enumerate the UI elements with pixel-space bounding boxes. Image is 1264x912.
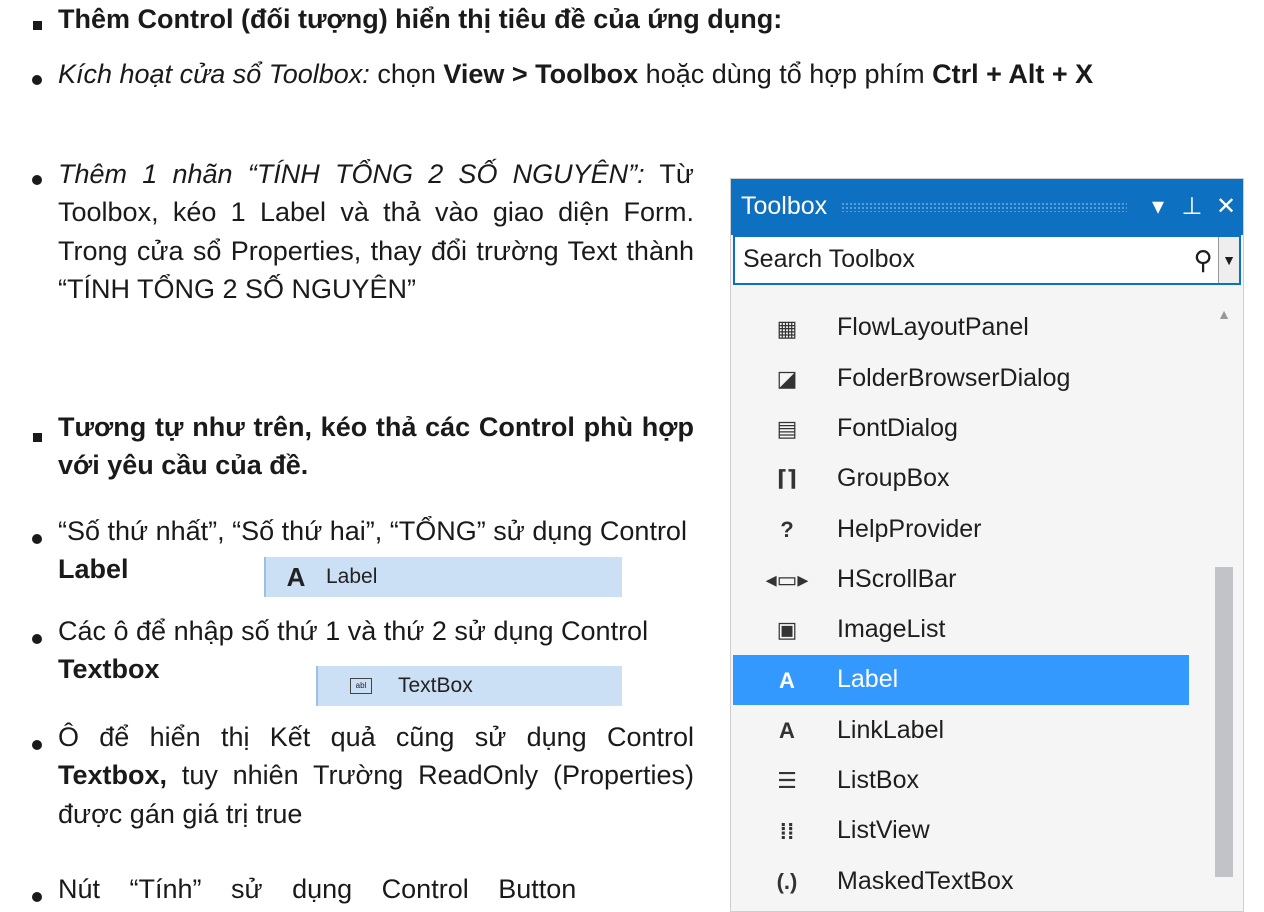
italic-text: Kích hoạt cửa sổ Toolbox: xyxy=(58,59,370,89)
toolbox-item-label: FontDialog xyxy=(837,413,958,442)
square-bullet xyxy=(22,414,52,452)
scroll-up-arrow-icon[interactable]: ▲ xyxy=(1213,305,1235,325)
round-bullet xyxy=(22,516,52,554)
toolbox-item-label[interactable]: A Label xyxy=(733,655,1189,706)
group-box-icon: ⌈⌉ xyxy=(776,466,798,492)
masked-textbox-icon: (.) xyxy=(776,868,798,894)
text: hoặc dùng tổ hợp phím xyxy=(638,59,933,89)
toolbox-item-label: ListBox xyxy=(837,766,919,795)
toolbox-item-maskedtextbox[interactable]: (.) MaskedTextBox xyxy=(733,856,1189,906)
round-bullet xyxy=(22,874,52,912)
search-icon[interactable]: ⚲ xyxy=(1188,242,1218,279)
list-view-icon: ⁞⁞ xyxy=(779,818,795,844)
toolbox-item-label: GroupBox xyxy=(837,464,950,493)
round-bullet xyxy=(22,616,52,654)
text: “Số thứ nhất”, “Số thứ hai”, “TỔNG” sử d… xyxy=(58,516,687,546)
italic-text: Thêm 1 nhãn “TÍNH TỔNG 2 SỐ NGUYÊN”: xyxy=(58,159,645,189)
toolbox-item-hscrollbar[interactable]: ◂▭▸ HScrollBar xyxy=(733,554,1189,604)
search-options-dropdown[interactable]: ▼ xyxy=(1218,237,1239,283)
toolbox-item-label: ListView xyxy=(837,816,930,845)
menu-path: View > Toolbox xyxy=(443,59,639,89)
flow-layout-panel-icon: ▦ xyxy=(776,315,798,341)
paragraph-button-control: Nút “Tính” sử dụng Control Button xyxy=(58,874,577,904)
label-tool-chip: A Label xyxy=(264,557,622,597)
control-name: Textbox xyxy=(58,654,160,685)
toolbox-item-listbox[interactable]: ☰ ListBox xyxy=(733,756,1189,806)
help-provider-icon: ? xyxy=(780,516,794,542)
font-dialog-icon: ▤ xyxy=(776,416,798,442)
square-bullet xyxy=(22,2,52,40)
toolbox-item-list: ▦ FlowLayoutPanel ◪ FolderBrowserDialog ▤ Fon… xyxy=(733,283,1189,907)
round-bullet xyxy=(22,57,52,95)
label-icon: A xyxy=(779,667,795,693)
heading-add-title-control: Thêm Control (đối tượng) hiển thị tiêu đ… xyxy=(58,4,783,34)
list-box-icon: ☰ xyxy=(777,768,797,794)
control-name: Textbox, xyxy=(58,760,168,791)
folder-browser-dialog-icon: ◪ xyxy=(776,365,798,391)
toolbox-item-label: FlowLayoutPanel xyxy=(837,313,1029,342)
paragraph-add-label: Thêm 1 nhãn “TÍNH TỔNG 2 SỐ NGUYÊN”: Từ … xyxy=(58,155,694,308)
chip-text: TextBox xyxy=(398,674,473,698)
toolbox-panel: Toolbox ▾ ⊥ ✕ Search Toolbox ⚲ ▼ ▦ FlowLa… xyxy=(730,178,1244,912)
toolbox-item-label: HScrollBar xyxy=(837,564,957,593)
toolbox-item-helpprovider[interactable]: ? HelpProvider xyxy=(733,504,1189,554)
toolbox-search-box[interactable]: Search Toolbox ⚲ ▼ xyxy=(733,235,1241,285)
text: chọn xyxy=(369,59,444,89)
partial-item-cutoff xyxy=(733,283,1189,303)
text: Các ô để nhập số thứ 1 và thứ 2 sử dụng … xyxy=(58,616,649,646)
chip-text: Label xyxy=(326,565,378,589)
scrollbar-thumb[interactable] xyxy=(1215,567,1233,877)
textbox-icon: abl xyxy=(350,678,372,694)
shortcut-keys: Ctrl + Alt + X xyxy=(932,59,1094,89)
toolbox-item-listview[interactable]: ⁞⁞ ListView xyxy=(733,806,1189,856)
toolbox-item-label: FolderBrowserDialog xyxy=(837,363,1071,392)
label-icon: A xyxy=(286,561,306,592)
round-bullet xyxy=(22,722,52,760)
toolbox-item-label: ImageList xyxy=(837,615,946,644)
paragraph-readonly-result: Ô để hiển thị Kết quả cũng sử dụng Contr… xyxy=(58,718,694,833)
toolbox-item-label: Label xyxy=(837,665,899,694)
round-bullet xyxy=(22,157,52,195)
hscrollbar-icon: ◂▭▸ xyxy=(765,567,809,593)
control-name: Label xyxy=(58,554,129,585)
toolbox-item-linklabel[interactable]: A LinkLabel xyxy=(733,705,1189,755)
link-label-icon: A xyxy=(779,717,795,743)
vertical-scrollbar[interactable]: ▲ xyxy=(1213,305,1235,911)
toolbox-item-groupbox[interactable]: ⌈⌉ GroupBox xyxy=(733,454,1189,504)
dropdown-arrow-icon[interactable]: ▾ xyxy=(1141,190,1175,224)
close-icon[interactable]: ✕ xyxy=(1209,190,1243,224)
grip-dots xyxy=(841,202,1127,212)
toolbox-title-bar: Toolbox ▾ ⊥ ✕ xyxy=(731,179,1243,235)
image-list-icon: ▣ xyxy=(776,617,798,643)
search-input[interactable]: Search Toolbox xyxy=(743,242,1188,278)
toolbox-item-label: HelpProvider xyxy=(837,514,982,543)
toolbox-item-label: LinkLabel xyxy=(837,715,945,744)
toolbox-title: Toolbox xyxy=(741,192,828,221)
paragraph-open-toolbox: Kích hoạt cửa sổ Toolbox: chọn View > To… xyxy=(58,55,1248,93)
pin-icon[interactable]: ⊥ xyxy=(1175,190,1209,224)
toolbox-item-flowlayoutpanel[interactable]: ▦ FlowLayoutPanel xyxy=(733,303,1189,353)
toolbox-item-label: MaskedTextBox xyxy=(837,866,1014,895)
heading-drag-controls: Tương tự như trên, kéo thả các Control p… xyxy=(58,412,694,481)
toolbox-item-folderbrowserdialog[interactable]: ◪ FolderBrowserDialog xyxy=(733,353,1189,403)
toolbox-item-fontdialog[interactable]: ▤ FontDialog xyxy=(733,404,1189,454)
text: Ô để hiển thị Kết quả cũng sử dụng Contr… xyxy=(58,722,694,752)
textbox-tool-chip: abl TextBox xyxy=(316,666,622,706)
toolbox-item-imagelist[interactable]: ▣ ImageList xyxy=(733,605,1189,655)
